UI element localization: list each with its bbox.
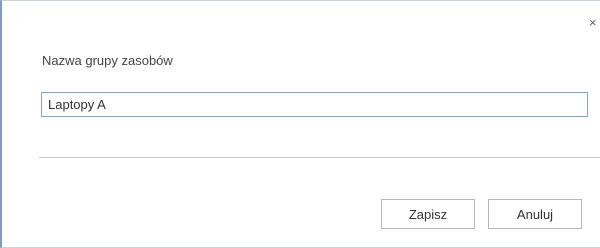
cancel-button[interactable]: Anuluj [488,199,582,229]
save-button[interactable]: Zapisz [381,199,475,229]
close-icon[interactable]: × [589,15,600,31]
resource-group-name-label: Nazwa grupy zasobów [42,53,173,68]
resource-group-name-input[interactable] [41,92,588,117]
divider [39,157,600,158]
resource-group-dialog: × Nazwa grupy zasobów Zapisz Anuluj [0,0,600,248]
